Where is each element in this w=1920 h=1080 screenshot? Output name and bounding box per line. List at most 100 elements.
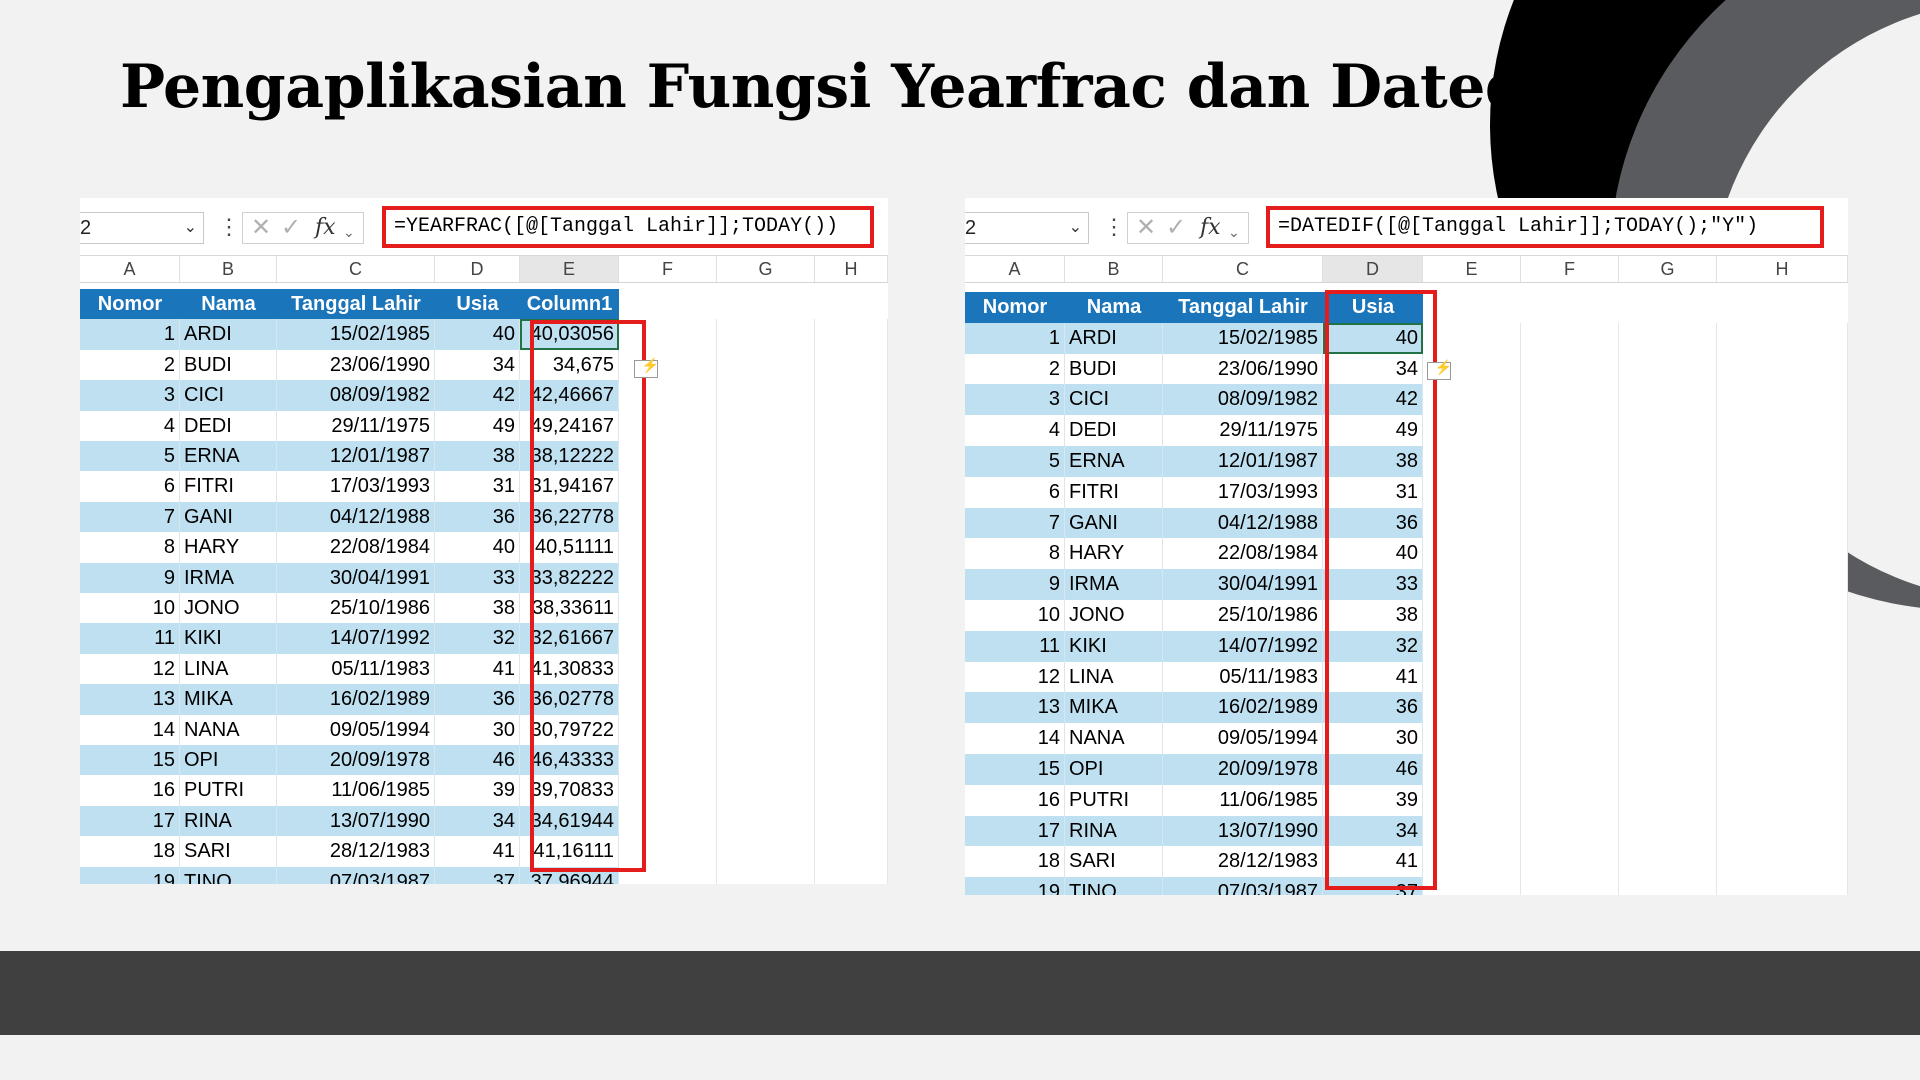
column-letter-g[interactable]: G <box>1619 256 1717 282</box>
empty-cell[interactable] <box>815 866 888 884</box>
header-cell[interactable]: Nama <box>1065 292 1163 323</box>
table-cell[interactable]: 23/06/1990 <box>277 349 435 381</box>
empty-cell[interactable] <box>1619 815 1717 847</box>
column-letter-h[interactable]: H <box>1717 256 1848 282</box>
empty-cell[interactable] <box>1423 476 1521 508</box>
table-cell[interactable]: 20/09/1978 <box>277 745 435 776</box>
table-cell[interactable]: 36 <box>435 501 520 533</box>
table-cell[interactable]: 34 <box>435 349 520 381</box>
empty-cell[interactable] <box>1521 476 1619 508</box>
empty-cell[interactable] <box>1619 600 1717 631</box>
empty-cell[interactable] <box>815 593 888 624</box>
table-cell[interactable]: PUTRI <box>180 775 277 806</box>
table-cell[interactable]: 15/02/1985 <box>277 319 435 350</box>
empty-cell[interactable] <box>1619 446 1717 477</box>
quick-analysis-icon[interactable] <box>634 357 659 378</box>
table-cell[interactable]: FITRI <box>1065 476 1163 508</box>
table-cell[interactable]: 16/02/1989 <box>1163 692 1323 724</box>
table-cell[interactable]: 20/09/1978 <box>1163 754 1323 785</box>
empty-cell[interactable] <box>815 745 888 776</box>
table-cell[interactable]: MIKA <box>1065 692 1163 724</box>
empty-cell[interactable] <box>717 775 815 806</box>
table-cell[interactable]: 18 <box>80 836 180 867</box>
column-letter-f[interactable]: F <box>1521 256 1619 282</box>
empty-cell[interactable] <box>1619 661 1717 693</box>
empty-cell[interactable] <box>1423 600 1521 631</box>
table-cell[interactable]: 11 <box>80 623 180 654</box>
empty-cell[interactable] <box>815 714 888 745</box>
empty-cell[interactable] <box>1619 569 1717 600</box>
empty-cell[interactable] <box>1521 415 1619 446</box>
table-cell[interactable]: KIKI <box>1065 630 1163 662</box>
empty-cell[interactable] <box>1717 507 1848 539</box>
empty-cell[interactable] <box>1521 784 1619 816</box>
empty-cell[interactable] <box>1619 723 1717 754</box>
column-letter-h[interactable]: H <box>815 256 888 282</box>
table-cell[interactable]: 13/07/1990 <box>1163 815 1323 847</box>
empty-cell[interactable] <box>1423 877 1521 895</box>
header-cell[interactable]: Column1 <box>520 289 619 319</box>
table-cell[interactable]: 40 <box>435 319 520 350</box>
empty-cell[interactable] <box>815 562 888 593</box>
empty-cell[interactable] <box>717 653 815 685</box>
table-cell[interactable]: 14 <box>965 723 1065 754</box>
chevron-down-icon[interactable]: ⌄ <box>184 213 197 243</box>
table-cell[interactable]: 11 <box>965 630 1065 662</box>
table-cell[interactable]: 6 <box>965 476 1065 508</box>
empty-cell[interactable] <box>1619 846 1717 878</box>
table-cell[interactable]: 12/01/1987 <box>277 441 435 472</box>
empty-cell[interactable] <box>1717 815 1848 847</box>
table-cell[interactable]: CICI <box>1065 384 1163 416</box>
enter-icon[interactable]: ✓ <box>1166 215 1186 241</box>
empty-cell[interactable] <box>1717 569 1848 600</box>
table-cell[interactable]: 16/02/1989 <box>277 684 435 715</box>
empty-cell[interactable] <box>1423 415 1521 446</box>
empty-cell[interactable] <box>1521 846 1619 878</box>
table-cell[interactable]: 11/06/1985 <box>1163 784 1323 816</box>
table-cell[interactable]: 34 <box>435 805 520 837</box>
empty-cell[interactable] <box>1717 754 1848 785</box>
empty-cell[interactable] <box>1521 661 1619 693</box>
empty-cell[interactable] <box>717 866 815 884</box>
table-cell[interactable]: 2 <box>80 349 180 381</box>
empty-cell[interactable] <box>1521 630 1619 662</box>
table-cell[interactable]: 5 <box>80 441 180 472</box>
more-options-icon[interactable]: ⋮ <box>1103 212 1125 242</box>
column-letter-a[interactable]: A <box>965 256 1065 282</box>
table-cell[interactable]: 14/07/1992 <box>1163 630 1323 662</box>
table-cell[interactable]: 12 <box>80 653 180 685</box>
table-cell[interactable]: 1 <box>80 319 180 350</box>
table-cell[interactable]: 25/10/1986 <box>1163 600 1323 631</box>
empty-cell[interactable] <box>815 380 888 411</box>
table-cell[interactable]: IRMA <box>1065 569 1163 600</box>
table-cell[interactable]: 19 <box>80 866 180 884</box>
column-letter-b[interactable]: B <box>1065 256 1163 282</box>
empty-cell[interactable] <box>1619 754 1717 785</box>
empty-cell[interactable] <box>717 380 815 411</box>
empty-cell[interactable] <box>1423 661 1521 693</box>
empty-cell[interactable] <box>1619 322 1717 354</box>
empty-cell[interactable] <box>1619 476 1717 508</box>
table-cell[interactable]: 19 <box>965 877 1065 895</box>
empty-cell[interactable] <box>1717 353 1848 385</box>
table-cell[interactable]: 8 <box>80 532 180 563</box>
header-cell[interactable]: Usia <box>435 289 520 319</box>
empty-cell[interactable] <box>1423 630 1521 662</box>
enter-icon[interactable]: ✓ <box>281 215 301 241</box>
cancel-icon[interactable]: ✕ <box>251 215 271 241</box>
empty-cell[interactable] <box>1619 784 1717 816</box>
table-cell[interactable]: 3 <box>965 384 1065 416</box>
empty-cell[interactable] <box>1619 507 1717 539</box>
table-cell[interactable]: 07/03/1987 <box>1163 877 1323 895</box>
empty-cell[interactable] <box>717 562 815 593</box>
table-cell[interactable]: 04/12/1988 <box>1163 507 1323 539</box>
column-letter-e[interactable]: E <box>520 256 619 282</box>
header-cell[interactable]: Tanggal Lahir <box>277 289 435 319</box>
empty-cell[interactable] <box>1423 723 1521 754</box>
empty-cell[interactable] <box>1717 292 1848 323</box>
table-cell[interactable]: 46 <box>435 745 520 776</box>
empty-cell[interactable] <box>815 441 888 472</box>
empty-cell[interactable] <box>815 349 888 381</box>
table-cell[interactable]: 28/12/1983 <box>1163 846 1323 878</box>
empty-cell[interactable] <box>1717 538 1848 570</box>
